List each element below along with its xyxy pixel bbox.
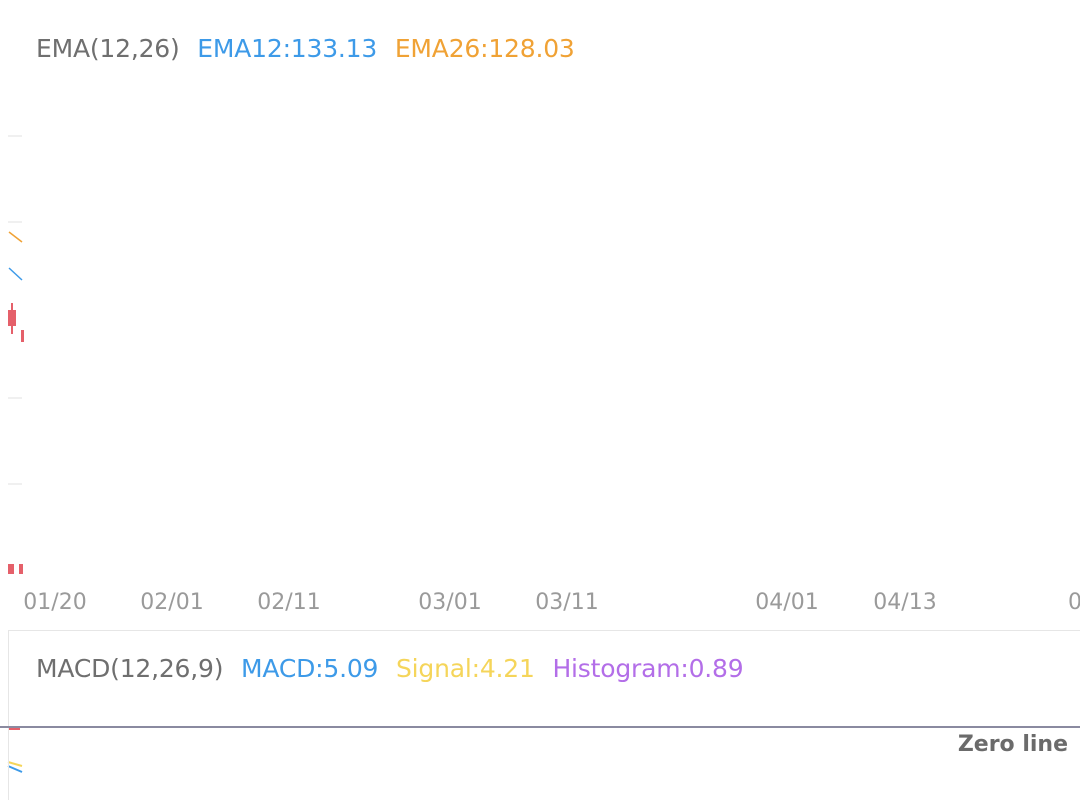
x-tick-label: 01/20 <box>23 590 87 615</box>
zero-line-label: Zero line <box>957 732 1068 757</box>
macd-legend: MACD(12,26,9) MACD:5.09 Signal:4.21 Hist… <box>36 654 753 683</box>
ema26-line-fragment <box>8 231 23 243</box>
x-tick-label: 02/11 <box>257 590 321 615</box>
volume-bar <box>8 564 14 574</box>
macd-title: MACD(12,26,9) <box>36 654 224 683</box>
x-tick-label: 03/01 <box>418 590 482 615</box>
x-tick-label: 04/01 <box>755 590 819 615</box>
chart-stage: EMA(12,26) EMA12:133.13 EMA26:128.03 01/… <box>0 0 1080 800</box>
x-tick-label: 03/11 <box>535 590 599 615</box>
volume-bar <box>19 564 23 574</box>
candle-body <box>21 330 24 342</box>
ema12-line-fragment <box>8 267 23 281</box>
zero-line <box>0 726 1080 728</box>
x-tick-label: 04/13 <box>873 590 937 615</box>
signal-value-legend: Signal:4.21 <box>396 654 535 683</box>
x-tick-label: 02/01 <box>140 590 204 615</box>
macd-value-legend: MACD:5.09 <box>241 654 379 683</box>
candle-body <box>8 310 16 326</box>
x-tick-label: 05/ <box>1068 590 1080 615</box>
histogram-value-legend: Histogram:0.89 <box>552 654 744 683</box>
